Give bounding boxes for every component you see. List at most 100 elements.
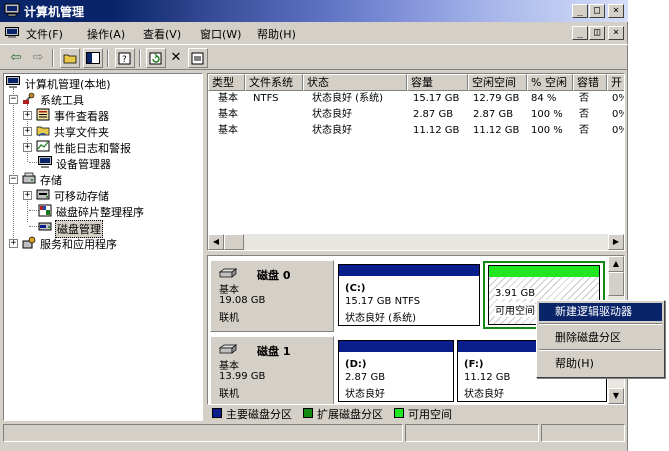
child-restore-button[interactable]: ◫ xyxy=(589,26,605,40)
legend-swatch-extended xyxy=(303,408,313,418)
minimize-button[interactable]: _ xyxy=(572,4,588,18)
column-header-free-space[interactable]: 空闲空间 xyxy=(468,74,527,91)
tree-item-system-tools[interactable]: − 系统工具 xyxy=(6,92,196,107)
partition-c[interactable]: (C:) 15.17 GB NTFS 状态良好 (系统) xyxy=(338,264,480,326)
status-panel-main xyxy=(3,424,403,442)
legend-swatch-free xyxy=(394,408,404,418)
tree-label-storage: 存储 xyxy=(40,174,62,187)
column-header-filesystem[interactable]: 文件系统 xyxy=(245,74,303,91)
up-folder-icon[interactable] xyxy=(60,48,80,68)
scroll-thumb[interactable] xyxy=(224,234,244,250)
column-header-status[interactable]: 状态 xyxy=(303,74,407,91)
collapse-icon[interactable]: − xyxy=(9,175,18,184)
scroll-right-icon[interactable]: ▶ xyxy=(608,234,624,250)
menu-window[interactable]: 窗口(W) xyxy=(200,26,241,42)
column-header-overhead[interactable]: 开 xyxy=(607,74,624,91)
disk-management-icon xyxy=(38,222,52,231)
tree-label-removable-storage: 可移动存储 xyxy=(54,190,109,203)
title-bar[interactable]: 计算机管理 _ □ × xyxy=(0,0,628,22)
tree-label-shared-folders: 共享文件夹 xyxy=(54,126,109,139)
scroll-down-icon[interactable]: ▼ xyxy=(608,388,624,404)
device-manager-icon xyxy=(38,156,52,168)
tree-item-device-manager[interactable]: 设备管理器 xyxy=(6,156,196,171)
menu-item-new-logical-drive[interactable]: 新建逻辑驱动器 xyxy=(539,303,662,321)
legend: 主要磁盘分区 扩展磁盘分区 可用空间 xyxy=(207,405,625,421)
menu-separator xyxy=(539,349,662,351)
window-title: 计算机管理 xyxy=(24,5,85,19)
properties-icon[interactable]: ? xyxy=(115,48,135,68)
tree-item-storage[interactable]: − 存储 xyxy=(6,172,196,187)
tree-item-shared-folders[interactable]: + 共享文件夹 xyxy=(6,124,196,139)
column-header-percent-free[interactable]: % 空闲 xyxy=(527,74,573,91)
menu-help[interactable]: 帮助(H) xyxy=(257,26,296,42)
shared-folder-icon xyxy=(36,126,50,137)
back-arrow-icon[interactable]: ⇦ xyxy=(6,48,26,68)
expand-icon[interactable]: + xyxy=(23,143,32,152)
disk-type: 基本 xyxy=(219,285,239,296)
tree-item-defrag[interactable]: 磁盘碎片整理程序 xyxy=(6,204,196,219)
tree-item-removable-storage[interactable]: + 可移动存储 xyxy=(6,188,196,203)
scroll-thumb[interactable] xyxy=(608,272,624,296)
refresh-icon[interactable] xyxy=(146,48,166,68)
tree-item-event-viewer[interactable]: + 事件查看器 xyxy=(6,108,196,123)
disk-name: 磁盘 0 xyxy=(257,269,291,282)
maximize-button[interactable]: □ xyxy=(589,4,605,18)
collapse-icon[interactable]: − xyxy=(9,95,18,104)
expand-icon[interactable]: + xyxy=(23,111,32,120)
tree-item-disk-management[interactable]: 磁盘管理 xyxy=(6,220,196,238)
toolbar-separator xyxy=(52,49,54,67)
context-menu: 新建逻辑驱动器 删除磁盘分区 帮助(H) xyxy=(536,300,665,378)
removable-storage-icon xyxy=(36,189,50,200)
tree-item-root[interactable]: 计算机管理(本地) xyxy=(6,76,196,91)
scroll-left-icon[interactable]: ◀ xyxy=(208,234,224,250)
disk-1-info[interactable]: 磁盘 1 基本 13.99 GB 联机 xyxy=(210,336,334,404)
status-bar xyxy=(3,424,625,444)
disk-name: 磁盘 1 xyxy=(257,345,291,358)
defrag-icon xyxy=(38,204,52,217)
disk-properties-icon[interactable] xyxy=(188,48,208,68)
menu-item-help[interactable]: 帮助(H) xyxy=(539,355,662,373)
forward-arrow-icon[interactable]: ⇨ xyxy=(28,48,48,68)
expand-icon[interactable]: + xyxy=(9,239,18,248)
disk-0-info[interactable]: 磁盘 0 基本 19.08 GB 联机 xyxy=(210,260,334,332)
primary-partition-bar xyxy=(339,265,479,276)
volume-list-hscrollbar[interactable]: ◀ ▶ xyxy=(208,234,624,250)
tree-label-perf-logs: 性能日志和警报 xyxy=(54,142,131,155)
disk-status: 联机 xyxy=(219,313,239,324)
svg-text:?: ? xyxy=(122,55,127,65)
column-header-fault-tolerance[interactable]: 容错 xyxy=(573,74,607,91)
column-header-capacity[interactable]: 容量 xyxy=(407,74,468,91)
status-panel-3 xyxy=(541,424,625,442)
close-button[interactable]: × xyxy=(608,4,624,18)
toolbar: ⇦ ⇨ ? ✕ xyxy=(0,44,628,70)
event-viewer-icon xyxy=(36,108,50,121)
delete-x-icon[interactable]: ✕ xyxy=(166,48,186,68)
menu-item-delete-partition[interactable]: 删除磁盘分区 xyxy=(539,329,662,347)
free-space-bar xyxy=(489,266,599,277)
menu-file[interactable]: 文件(F) xyxy=(26,26,63,42)
hard-disk-icon xyxy=(219,344,237,354)
child-minimize-button[interactable]: _ xyxy=(572,26,588,40)
console-tree: 计算机管理(本地) − 系统工具 + 事件查看器 + 共享文件夹 + 性能日志和… xyxy=(3,73,203,421)
show-tree-icon[interactable] xyxy=(83,48,103,68)
legend-free: 可用空间 xyxy=(408,408,452,421)
expand-icon[interactable]: + xyxy=(23,127,32,136)
disk-size: 13.99 GB xyxy=(219,371,266,382)
tree-item-services[interactable]: + 服务和应用程序 xyxy=(6,236,196,251)
column-header-type[interactable]: 类型 xyxy=(208,74,245,91)
legend-primary: 主要磁盘分区 xyxy=(226,408,292,421)
menu-action[interactable]: 操作(A) xyxy=(87,26,125,42)
tree-label-root: 计算机管理(本地) xyxy=(25,78,111,91)
menu-view[interactable]: 查看(V) xyxy=(143,26,181,42)
hard-disk-icon xyxy=(219,268,237,278)
toolbar-separator xyxy=(139,49,141,67)
scroll-up-icon[interactable]: ▲ xyxy=(608,256,624,272)
tree-label-device-manager: 设备管理器 xyxy=(56,158,111,171)
primary-partition-bar xyxy=(339,341,453,352)
menu-separator xyxy=(539,323,662,325)
tools-icon xyxy=(23,92,35,104)
partition-d[interactable]: (D:) 2.87 GB 状态良好 xyxy=(338,340,454,402)
child-close-button[interactable]: × xyxy=(608,26,624,40)
expand-icon[interactable]: + xyxy=(23,191,32,200)
tree-item-perf-logs[interactable]: + 性能日志和警报 xyxy=(6,140,196,155)
